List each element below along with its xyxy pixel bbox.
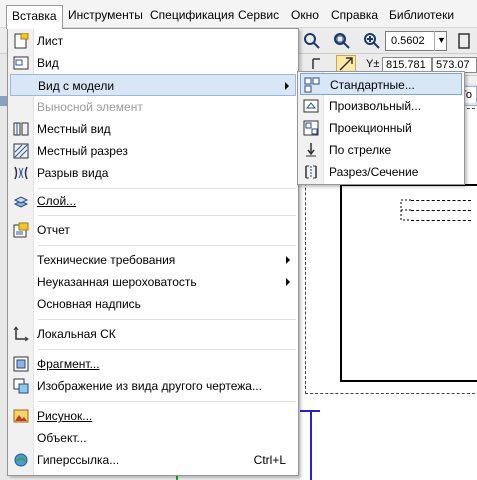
menu-item-label: Основная надпись [37,297,141,311]
view-from-model-submenu: Стандартные... Произвольный... Проекцион… [297,71,465,185]
menu-item-label: Неуказанная шероховатость [37,275,197,289]
menu-insert[interactable]: Вставка [6,5,63,29]
insert-menu: Лист Вид Вид с модели Выносной элемент М… [7,28,299,476]
menu-item-object[interactable]: Объект... [10,427,296,449]
submenu-item-arbitrary[interactable]: Произвольный... [300,95,462,117]
menu-item-image-from-view[interactable]: Изображение из вида другого чертежа... [10,375,296,397]
menu-item-local-section[interactable]: Местный разрез [10,140,296,162]
menu-item-label: Объект... [37,431,87,445]
submenu-item-projection[interactable]: Проекционный [300,117,462,139]
zoom-in-icon[interactable] [362,31,382,51]
menu-separator [38,188,296,189]
menu-item-label: Отчет [37,223,70,237]
menu-item-label: Технические требования [37,253,176,267]
submenu-item-by-arrow[interactable]: По стрелке [300,139,462,161]
menu-item-hyperlink[interactable]: Гиперссылка... Ctrl+L [10,449,296,471]
menu-item-view-break[interactable]: Разрыв вида [10,162,296,184]
menu-item-label: Изображение из вида другого чертежа... [37,379,262,393]
menu-item-title-block[interactable]: Основная надпись [10,293,296,315]
menu-item-label: Местный разрез [37,144,128,158]
submenu-item-label: Проекционный [329,121,412,135]
menu-help[interactable]: Справка [326,5,383,25]
view-icon [13,55,29,71]
menu-libraries[interactable]: Библиотеки [384,5,459,25]
standard-views-icon [304,77,320,93]
submenu-item-section[interactable]: Разрез/Сечение [300,161,462,183]
menu-item-view[interactable]: Вид [10,52,296,74]
menu-separator [38,349,296,350]
menu-window[interactable]: Окно [286,5,324,25]
menu-item-label: Локальная СК [37,327,116,341]
menu-specification[interactable]: Спецификация [145,5,239,25]
submenu-item-standard[interactable]: Стандартные... [300,73,462,95]
menu-item-unspecified-roughness[interactable]: Неуказанная шероховатость [10,271,296,293]
menu-item-label: Слой... [37,194,77,208]
menu-item-label: Фрагмент... [37,357,100,371]
submenu-arrow-icon [286,256,290,264]
hyperlink-icon [13,452,29,468]
menu-separator [38,319,296,320]
menu-item-layer[interactable]: Слой... [10,190,296,212]
menu-item-label: Гиперссылка... [37,453,120,467]
menu-tools[interactable]: Инструменты [63,5,148,25]
sheet-icon [13,32,29,49]
menu-item-report[interactable]: Отчет [10,219,296,241]
menu-bar: Вставка Инструменты Спецификация Сервис … [0,0,477,29]
fragment-icon [13,356,29,372]
picture-icon [13,408,29,424]
menu-item-shortcut: Ctrl+L [253,453,286,467]
y-coordinate-label: Y± [366,58,380,70]
menu-item-local-cs[interactable]: Локальная СК [10,323,296,345]
view-break-icon [13,165,29,181]
menu-item-local-view[interactable]: Местный вид [10,118,296,140]
submenu-arrow-icon [285,82,289,90]
local-cs-icon [13,326,29,342]
menu-separator [38,245,296,246]
image-from-view-icon [13,378,29,394]
arrow-view-icon [303,142,319,158]
chevron-down-icon[interactable]: ▼ [434,31,448,51]
menu-item-label: Лист [37,34,64,48]
menu-item-label: Разрыв вида [37,166,109,180]
menu-item-fragment[interactable]: Фрагмент... [10,353,296,375]
menu-item-label: Рисунок... [37,409,93,423]
submenu-arrow-icon [286,278,290,286]
drawing-dashed-detail [397,196,471,226]
menu-item-label: Вид [37,56,59,70]
drawing-blue-line [310,410,312,480]
submenu-item-label: Стандартные... [330,78,415,92]
menu-separator [38,215,296,216]
layer-icon [13,193,29,209]
menu-separator [38,401,296,402]
menu-item-label: Вид с модели [38,79,115,93]
ruler-icon[interactable] [455,31,475,51]
arbitrary-view-icon [303,98,319,114]
submenu-item-label: Произвольный... [329,99,422,113]
menu-item-picture[interactable]: Рисунок... [10,405,296,427]
zoom-frame-icon[interactable] [332,31,352,51]
report-icon [13,222,29,238]
menu-item-technical-requirements[interactable]: Технические требования [10,249,296,271]
menu-item-detail-element: Выносной элемент [10,96,296,118]
menu-item-label: Местный вид [37,122,111,136]
zoom-window-icon[interactable] [302,31,322,51]
menu-service[interactable]: Сервис [233,5,284,25]
submenu-item-label: По стрелке [329,143,392,157]
menu-item-sheet[interactable]: Лист [10,30,296,52]
local-section-icon [13,143,29,159]
submenu-item-label: Разрез/Сечение [329,165,419,179]
menu-item-view-from-model[interactable]: Вид с модели [10,74,296,96]
projection-view-icon [303,120,319,136]
local-view-icon [13,121,29,137]
menu-item-label: Выносной элемент [37,100,143,114]
section-view-icon [303,164,319,180]
